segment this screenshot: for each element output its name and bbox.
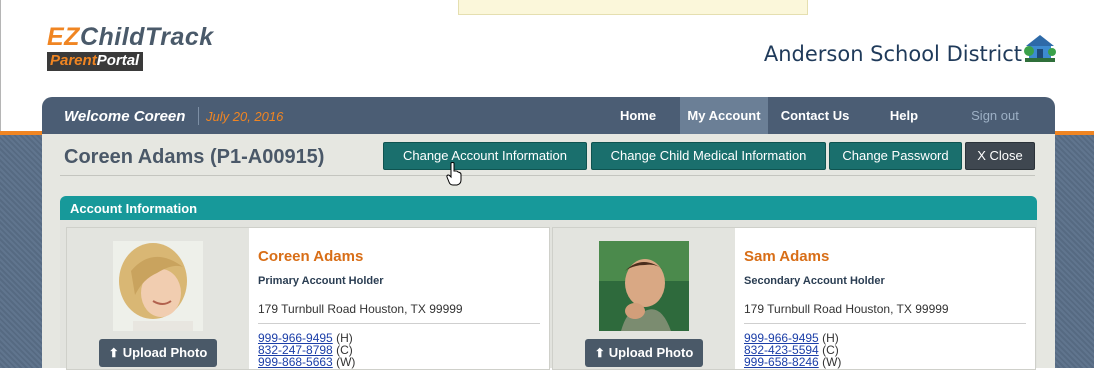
holder-name: Coreen Adams (258, 248, 364, 265)
change-password-button[interactable]: Change Password (829, 142, 962, 170)
phone-work: 999-658-8246 (W) (744, 356, 841, 368)
upload-photo-label: Upload Photo (608, 345, 694, 360)
change-account-info-button[interactable]: Change Account Information (383, 142, 587, 170)
accent-stripe-right (1055, 131, 1094, 135)
welcome-divider (198, 107, 199, 125)
holder-address: 179 Turnbull Road Houston, TX 99999 (258, 302, 463, 316)
upload-icon: ⬆ (594, 346, 605, 360)
logo-portal: Portal (96, 52, 140, 69)
holder-role: Secondary Account Holder (744, 275, 885, 287)
section-title: Account Information (70, 201, 198, 216)
account-info-header: Account Information (60, 196, 1037, 220)
phone-work: 999-868-5663 (W) (258, 356, 355, 368)
upload-photo-label: Upload Photo (122, 345, 208, 360)
logo-childtrack: ChildTrack (79, 23, 214, 51)
main-navbar: Welcome Coreen July 20, 2016 Home My Acc… (42, 97, 1055, 134)
hand-pointer-cursor-icon (446, 162, 462, 186)
card-divider (744, 323, 1026, 324)
nav-help[interactable]: Help (864, 97, 944, 134)
nav-home[interactable]: Home (604, 97, 672, 134)
welcome-text: Welcome Coreen (64, 108, 186, 125)
upload-photo-button[interactable]: ⬆ Upload Photo (99, 339, 217, 367)
title-divider (60, 175, 1035, 176)
phone-type: (W) (336, 355, 356, 369)
logo-parent: Parent (50, 52, 97, 69)
avatar-coreen (113, 241, 203, 331)
phone-link[interactable]: 999-658-8246 (744, 355, 819, 369)
card-divider (258, 323, 540, 324)
holder-role: Primary Account Holder (258, 275, 384, 287)
upload-photo-button[interactable]: ⬆ Upload Photo (585, 339, 703, 367)
nav-my-account[interactable]: My Account (680, 97, 768, 134)
nav-sign-out[interactable]: Sign out (952, 97, 1038, 134)
app-logo[interactable]: EZChildTrack ParentPortal (47, 24, 214, 71)
accent-stripe-left (0, 131, 42, 135)
background-pattern-right (1055, 131, 1094, 368)
account-holder-card-secondary: ⬆ Upload Photo Sam Adams Secondary Accoun… (552, 227, 1036, 370)
current-date: July 20, 2016 (206, 109, 284, 124)
phone-link[interactable]: 999-868-5663 (258, 355, 333, 369)
avatar-sam (599, 241, 689, 331)
logo-portal-badge: ParentPortal (47, 52, 144, 71)
account-holder-card-primary: ⬆ Upload Photo Coreen Adams Primary Accou… (66, 227, 550, 370)
background-pattern-left (0, 131, 42, 368)
change-medical-info-button[interactable]: Change Child Medical Information (591, 142, 826, 170)
logo-ez: EZ (47, 23, 80, 51)
photo-column: ⬆ Upload Photo (67, 228, 249, 369)
logo-title: EZChildTrack (47, 24, 214, 50)
page-title: Coreen Adams (P1-A00915) (64, 146, 325, 168)
photo-column: ⬆ Upload Photo (553, 228, 735, 369)
upload-icon: ⬆ (108, 346, 119, 360)
holder-address: 179 Turnbull Road Houston, TX 99999 (744, 302, 949, 316)
school-house-icon (1024, 35, 1056, 62)
account-panel: Coreen Adams (P1-A00915) Change Account … (42, 134, 1055, 370)
close-button[interactable]: X Close (965, 142, 1035, 170)
district-name: Anderson School District (763, 42, 1022, 66)
top-notice-strip (458, 0, 808, 15)
nav-contact-us[interactable]: Contact Us (772, 97, 858, 134)
holder-name: Sam Adams (744, 248, 830, 265)
phone-type: (W) (822, 355, 842, 369)
